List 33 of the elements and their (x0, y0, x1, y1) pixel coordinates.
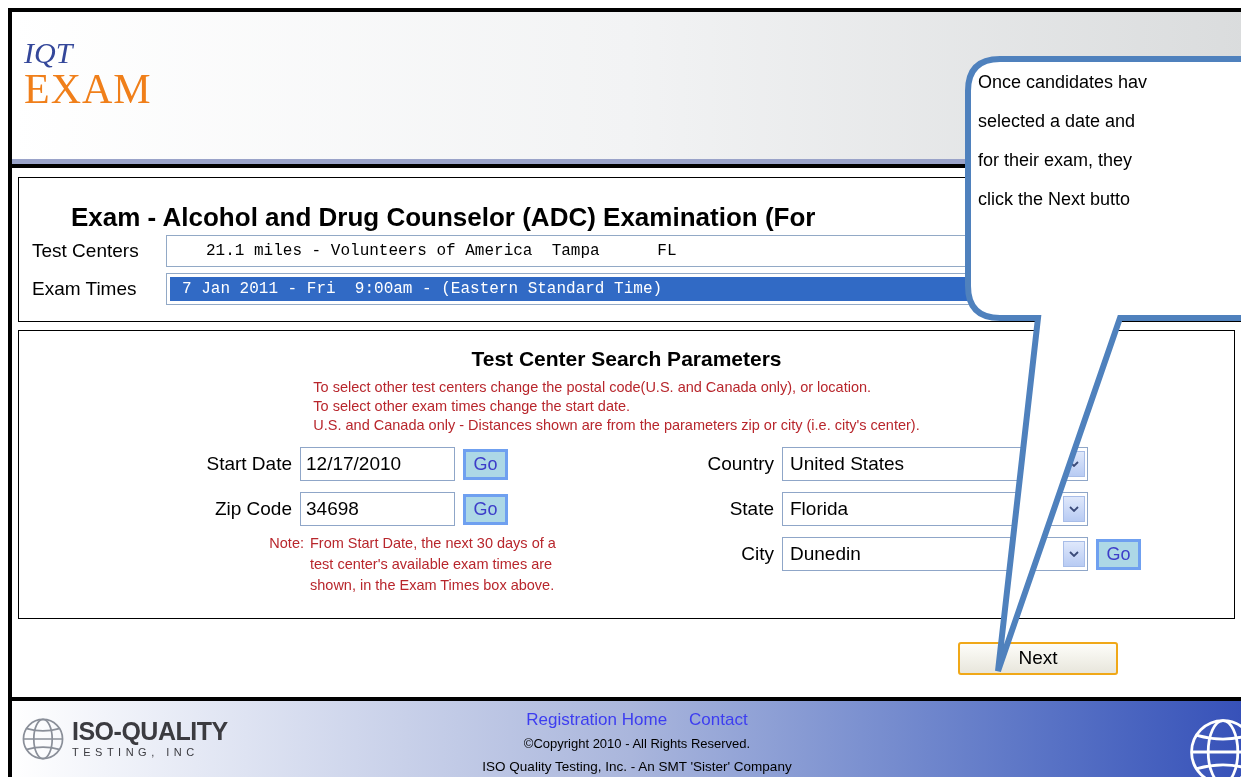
go-button[interactable]: Go (463, 493, 508, 525)
company-logo-text: ISO-QUALITY (72, 719, 228, 745)
field-label: Start Date (205, 452, 293, 477)
instruction-text: To select other exam times change the start date. (313, 397, 632, 417)
callout-text: click the Next butto (978, 188, 1131, 211)
next-button[interactable]: Next (958, 641, 1118, 675)
footer-link[interactable]: Registration Home (526, 706, 668, 733)
instruction-text: U.S. and Canada only - Distances shown are from the parameters zip or city (i.e. city's center). (313, 416, 920, 436)
exam-title: Exam - Alcohol and Drug Counselor (ADC) Examination (For (70, 200, 817, 233)
go-button[interactable]: Go (1096, 538, 1141, 570)
company-logo-subtext: TESTING, INC (72, 747, 199, 759)
callout-text: for their exam, they (978, 149, 1133, 172)
callout-text: Once candidates hav (978, 71, 1148, 94)
search-title: Test Center Search Parameters (471, 345, 782, 372)
field-label: Test Centers (32, 238, 140, 263)
callout-text: selected a date and (978, 110, 1136, 133)
text-field[interactable]: 12/17/2010 (300, 447, 455, 482)
instruction-text: To select other test centers change the postal code(U.S. and Canada only), or location. (313, 378, 873, 398)
field-label: Exam Times (32, 276, 138, 301)
company-text: ISO Quality Testing, Inc. - An SMT 'Sister' Company (482, 757, 792, 776)
dropdown-field[interactable]: Florida (782, 492, 1088, 527)
field-label: Country (706, 452, 775, 477)
field-label: City (740, 542, 775, 567)
field-label: State (728, 497, 775, 522)
copyright-text: ©Copyright 2010 - All Rights Reserved. (523, 735, 751, 754)
note-label: Note: (268, 534, 305, 554)
go-button[interactable]: Go (463, 448, 508, 480)
logo-text: IQT (24, 38, 73, 68)
logo-text: EXAM (24, 68, 152, 110)
field-label: Zip Code (213, 497, 293, 522)
note-text: From Start Date, the next 30 days of a test center's available exam times are shown, in the Exam Times box above. (310, 534, 556, 596)
dropdown-field[interactable]: Dunedin (782, 537, 1088, 572)
text-field[interactable]: 34698 (300, 492, 455, 527)
